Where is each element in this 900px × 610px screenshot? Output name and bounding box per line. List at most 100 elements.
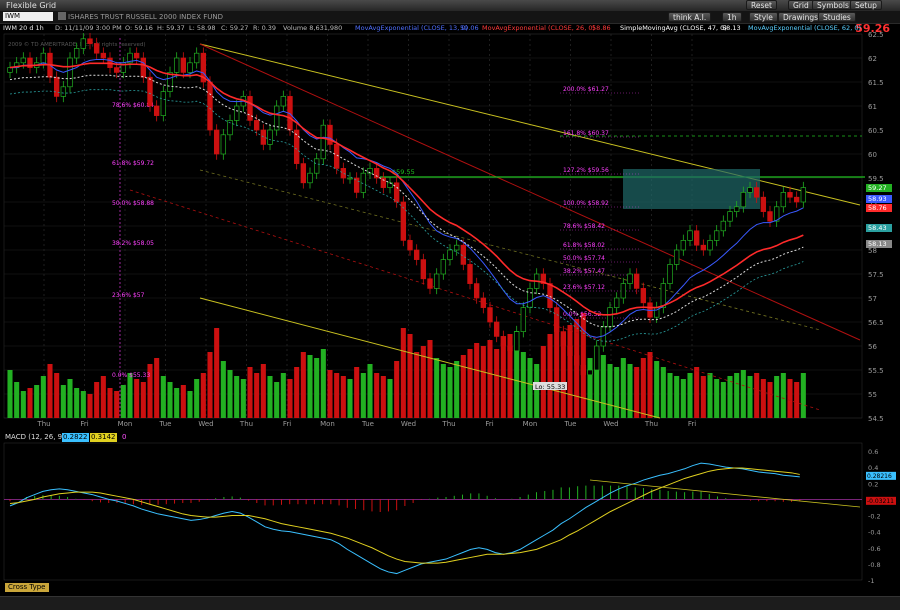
volume-bar bbox=[47, 364, 53, 418]
candle-body bbox=[300, 163, 307, 184]
candle-body bbox=[720, 220, 727, 232]
volume-bar bbox=[354, 367, 360, 418]
volume-bar bbox=[787, 379, 793, 418]
volume-bar bbox=[280, 373, 286, 418]
candle-body bbox=[607, 307, 613, 328]
x-tick-label: Fri bbox=[283, 420, 291, 428]
volume-bar bbox=[554, 331, 560, 418]
volume-bar bbox=[74, 388, 80, 418]
x-tick-label: Mon bbox=[523, 420, 538, 428]
price-badge-text: 58.93 bbox=[868, 195, 887, 203]
x-tick-label: Fri bbox=[80, 420, 88, 428]
x-tick-label: Mon bbox=[320, 420, 335, 428]
candle-body bbox=[280, 96, 287, 107]
fib-left-label: 38.2% $58.05 bbox=[112, 240, 154, 247]
x-tick-label: Mon bbox=[118, 420, 133, 428]
candle-body bbox=[767, 211, 773, 222]
macd-signal-value: 0.3142 bbox=[90, 433, 117, 442]
volume-bar bbox=[160, 376, 166, 418]
price-chart[interactable]: 62.56261.56160.56059.55958.55857.55756.5… bbox=[0, 0, 900, 609]
volume-bar bbox=[174, 388, 180, 418]
candle-body bbox=[433, 273, 440, 289]
volume-bar bbox=[287, 379, 293, 418]
macd-axis-label: -0.4 bbox=[868, 529, 881, 537]
volume-bar bbox=[780, 373, 786, 418]
volume-bar bbox=[600, 355, 606, 418]
candle-body bbox=[793, 196, 800, 203]
volume-bar bbox=[14, 382, 20, 418]
candle-body bbox=[527, 288, 533, 308]
volume-bar bbox=[687, 373, 693, 418]
volume-bar bbox=[567, 325, 573, 418]
volume-bar bbox=[67, 379, 73, 418]
candle-body bbox=[147, 76, 153, 107]
fib-level-label: 61.8% $58.02 bbox=[563, 242, 605, 249]
volume-bar bbox=[727, 376, 733, 418]
volume-bar bbox=[740, 370, 746, 418]
candle-body bbox=[760, 196, 767, 212]
volume-bar bbox=[440, 364, 446, 418]
candle-body bbox=[420, 259, 427, 280]
y-tick-label: 61.5 bbox=[868, 79, 884, 87]
volume-bar bbox=[467, 349, 473, 418]
cross-type-label[interactable]: Cross Type bbox=[5, 583, 49, 592]
volume-bar bbox=[494, 349, 500, 418]
volume-bar bbox=[254, 373, 260, 418]
candle-body bbox=[500, 336, 507, 347]
volume-bar bbox=[434, 358, 440, 418]
candle-body bbox=[427, 278, 433, 289]
candle-body bbox=[520, 307, 527, 332]
bottom-scrollbar[interactable] bbox=[0, 596, 900, 610]
volume-bar bbox=[487, 340, 493, 418]
volume-bar bbox=[474, 343, 480, 418]
volume-bar bbox=[247, 367, 253, 418]
y-tick-label: 58 bbox=[868, 247, 877, 255]
y-tick-label: 61 bbox=[868, 103, 877, 111]
candle-body bbox=[73, 48, 80, 59]
candle-body bbox=[407, 240, 413, 251]
low-label: Lo: 55.33 bbox=[535, 383, 565, 391]
candle-body bbox=[733, 206, 740, 212]
volume-bar bbox=[94, 382, 100, 418]
macd-axis-label: 0.4 bbox=[868, 464, 878, 472]
x-tick-label: Wed bbox=[401, 420, 416, 428]
volume-bar bbox=[314, 358, 320, 418]
x-tick-label: Wed bbox=[603, 420, 618, 428]
candle-body bbox=[740, 192, 747, 208]
macd-axis-label: 0.2 bbox=[868, 480, 878, 488]
volume-bar bbox=[754, 373, 760, 418]
macd-header: MACD (12, 26, 9) 0.2822 0.3142 0 bbox=[0, 433, 900, 442]
candle-body bbox=[40, 52, 47, 64]
candle-body bbox=[413, 249, 420, 260]
y-tick-label: 62 bbox=[868, 55, 877, 63]
volume-bar bbox=[227, 370, 233, 418]
candle-body bbox=[780, 192, 787, 208]
candle-body bbox=[207, 81, 213, 131]
fib-level-label: 200.0% $61.27 bbox=[563, 86, 609, 93]
volume-bar bbox=[34, 385, 40, 418]
y-tick-label: 55 bbox=[868, 391, 877, 399]
target-zone-box bbox=[623, 169, 760, 209]
candle-body bbox=[480, 297, 487, 308]
volume-bar bbox=[334, 373, 340, 418]
fib-left-label: 61.8% $59.72 bbox=[112, 160, 154, 167]
price-badge-text: 58.43 bbox=[868, 224, 887, 232]
y-tick-label: 60.5 bbox=[868, 127, 884, 135]
volume-bar bbox=[140, 382, 146, 418]
candle-body bbox=[153, 105, 160, 116]
fib-level-label: 127.2% $59.56 bbox=[563, 167, 609, 174]
candle-body bbox=[233, 105, 240, 121]
macd-diff-value: 0 bbox=[122, 433, 127, 441]
volume-bar bbox=[240, 379, 246, 418]
fib-left-label: 23.6% $57 bbox=[112, 292, 145, 299]
volume-bar bbox=[667, 373, 673, 418]
volume-bar bbox=[747, 376, 753, 418]
x-tick-label: Wed bbox=[198, 420, 213, 428]
candle-body bbox=[193, 52, 200, 64]
macd-axis-label: -0.8 bbox=[868, 561, 881, 569]
candle-body bbox=[507, 345, 513, 352]
candle-body bbox=[687, 230, 693, 241]
candle-body bbox=[673, 249, 680, 265]
candle-body bbox=[7, 67, 13, 73]
volume-bar bbox=[680, 379, 686, 418]
